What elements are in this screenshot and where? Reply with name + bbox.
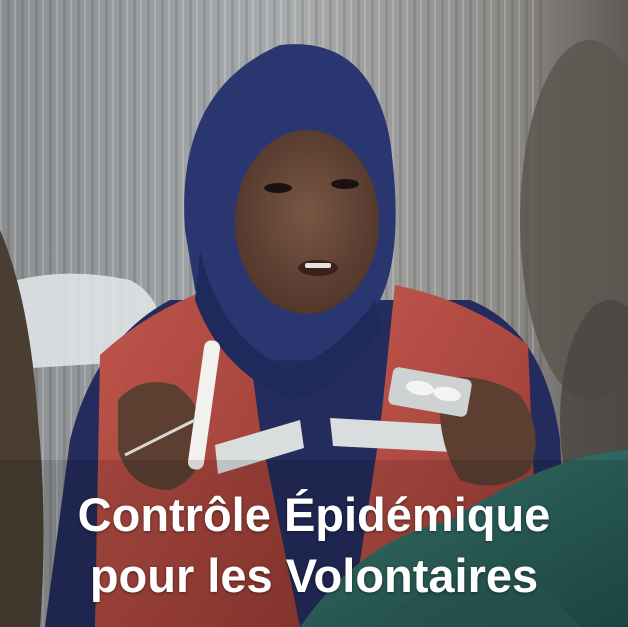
caption-line-1: Contrôle Épidémique (77, 488, 551, 541)
photo-card: Contrôle Épidémique pour les Volontaires (0, 0, 628, 627)
caption-line-2: pour les Volontaires (89, 549, 539, 602)
